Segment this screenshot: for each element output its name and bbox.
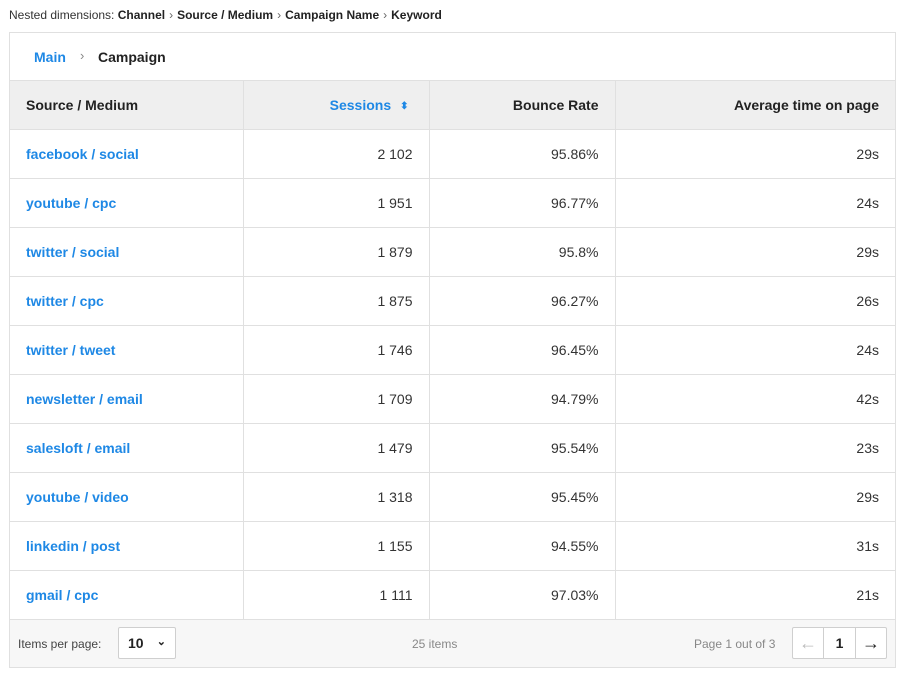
sessions-cell: 1 951 (243, 178, 430, 228)
table-row: youtube / video 1 318 95.45% 29s (10, 472, 895, 522)
column-header-avg-time[interactable]: Average time on page (615, 80, 895, 130)
chevron-right-icon: › (383, 8, 388, 22)
avg-time-cell: 23s (615, 423, 895, 473)
source-medium-link[interactable]: linkedin / post (10, 521, 244, 571)
items-per-page-select[interactable]: 10 ⌄ (118, 627, 176, 659)
source-medium-link[interactable]: twitter / cpc (10, 276, 244, 326)
avg-time-cell: 29s (615, 472, 895, 522)
breadcrumb-current: Campaign (98, 49, 166, 65)
table-footer: Items per page: 10 ⌄ 25 items Page 1 out… (10, 620, 895, 667)
nested-dimensions: Nested dimensions: Channel › Source / Medi… (9, 8, 442, 22)
breadcrumb: Main › Campaign (10, 33, 895, 80)
items-count: 25 items (412, 637, 458, 651)
bounce-rate-cell: 96.27% (429, 276, 616, 326)
sessions-cell: 1 111 (243, 570, 430, 620)
sessions-cell: 1 709 (243, 374, 430, 424)
page-info: Page 1 out of 3 (694, 637, 776, 651)
bounce-rate-cell: 95.8% (429, 227, 616, 277)
current-page-number[interactable]: 1 (824, 628, 855, 658)
chevron-right-icon: › (80, 48, 85, 63)
previous-page-button[interactable]: ← (793, 628, 824, 658)
avg-time-cell: 24s (615, 325, 895, 375)
pagination: ← 1 → (792, 627, 887, 659)
sessions-cell: 1 318 (243, 472, 430, 522)
column-header-sessions[interactable]: Sessions ⬍ (243, 80, 430, 130)
bounce-rate-cell: 94.79% (429, 374, 616, 424)
source-medium-link[interactable]: twitter / social (10, 227, 244, 277)
avg-time-cell: 31s (615, 521, 895, 571)
dimension-keyword[interactable]: Keyword (391, 8, 442, 22)
column-header-bounce-rate[interactable]: Bounce Rate (429, 80, 616, 130)
sessions-cell: 1 479 (243, 423, 430, 473)
source-medium-link[interactable]: youtube / cpc (10, 178, 244, 228)
sessions-cell: 1 746 (243, 325, 430, 375)
arrow-right-icon: → (862, 632, 880, 653)
table-row: gmail / cpc 1 111 97.03% 21s (10, 570, 895, 620)
bounce-rate-cell: 94.55% (429, 521, 616, 571)
arrow-left-icon: ← (799, 632, 817, 653)
table-header-row: Source / Medium Sessions ⬍ Bounce Rate Av… (10, 80, 895, 130)
sort-descending-icon[interactable]: ⬍ (400, 101, 408, 112)
dimension-campaign-name[interactable]: Campaign Name (285, 8, 379, 22)
source-medium-link[interactable]: twitter / tweet (10, 325, 244, 375)
source-medium-link[interactable]: facebook / social (10, 129, 244, 179)
sessions-cell: 1 875 (243, 276, 430, 326)
bounce-rate-cell: 96.77% (429, 178, 616, 228)
table-row: linkedin / post 1 155 94.55% 31s (10, 521, 895, 571)
nested-dimensions-label: Nested dimensions: (9, 8, 115, 22)
table-row: youtube / cpc 1 951 96.77% 24s (10, 178, 895, 228)
sessions-cell: 1 155 (243, 521, 430, 571)
dimension-source-medium[interactable]: Source / Medium (177, 8, 273, 22)
source-medium-link[interactable]: newsletter / email (10, 374, 244, 424)
bounce-rate-cell: 97.03% (429, 570, 616, 620)
source-medium-link[interactable]: salesloft / email (10, 423, 244, 473)
bounce-rate-cell: 95.54% (429, 423, 616, 473)
avg-time-cell: 24s (615, 178, 895, 228)
column-header-source[interactable]: Source / Medium (10, 80, 244, 130)
table-row: facebook / social 2 102 95.86% 29s (10, 129, 895, 179)
chevron-right-icon: › (277, 8, 282, 22)
table-row: twitter / social 1 879 95.8% 29s (10, 227, 895, 277)
items-per-page-value: 10 (128, 635, 144, 651)
table-row: twitter / cpc 1 875 96.27% 26s (10, 276, 895, 326)
table-row: salesloft / email 1 479 95.54% 23s (10, 423, 895, 473)
avg-time-cell: 29s (615, 227, 895, 277)
source-medium-link[interactable]: youtube / video (10, 472, 244, 522)
breadcrumb-main-link[interactable]: Main (34, 49, 66, 65)
avg-time-cell: 42s (615, 374, 895, 424)
avg-time-cell: 26s (615, 276, 895, 326)
bounce-rate-cell: 95.45% (429, 472, 616, 522)
avg-time-cell: 21s (615, 570, 895, 620)
table-row: twitter / tweet 1 746 96.45% 24s (10, 325, 895, 375)
data-table: Source / Medium Sessions ⬍ Bounce Rate Av… (10, 80, 895, 620)
chevron-right-icon: › (169, 8, 174, 22)
bounce-rate-cell: 96.45% (429, 325, 616, 375)
column-header-sessions-label: Sessions (329, 97, 392, 113)
next-page-button[interactable]: → (855, 628, 886, 658)
table-row: newsletter / email 1 709 94.79% 42s (10, 374, 895, 424)
sessions-cell: 2 102 (243, 129, 430, 179)
items-per-page-label: Items per page: (18, 637, 102, 651)
chevron-down-icon: ⌄ (156, 636, 166, 648)
dimension-channel[interactable]: Channel (118, 8, 165, 22)
report-panel: Main › Campaign Source / Medium Sessions… (9, 32, 896, 668)
bounce-rate-cell: 95.86% (429, 129, 616, 179)
source-medium-link[interactable]: gmail / cpc (10, 570, 244, 620)
avg-time-cell: 29s (615, 129, 895, 179)
sessions-cell: 1 879 (243, 227, 430, 277)
